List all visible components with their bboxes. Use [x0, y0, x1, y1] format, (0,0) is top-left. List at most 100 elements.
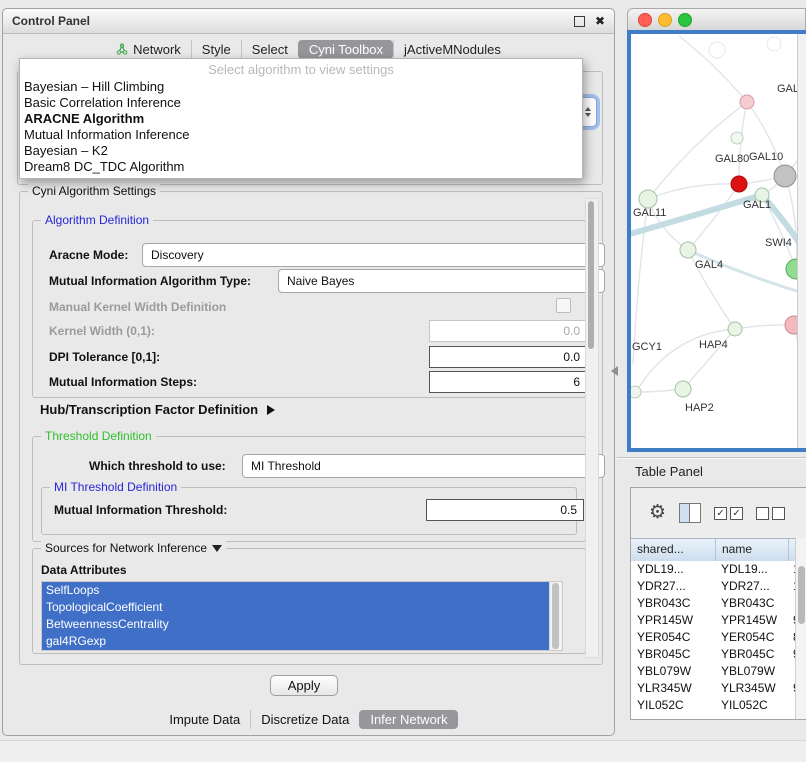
mi-algorithm-type-select[interactable]: Naive Bayes: [278, 269, 605, 293]
network-node[interactable]: [774, 165, 796, 187]
network-canvas[interactable]: GAL8GAL80GAL10GAL11GAL1SWI4GAL4GCY1HAP4H…: [627, 30, 806, 452]
table-cell: YBR043C: [631, 595, 715, 612]
table-header-row[interactable]: shared...name: [631, 538, 796, 562]
node-label: HAP2: [685, 402, 714, 414]
splitter-collapse-arrow[interactable]: [611, 366, 618, 376]
table-scrollbar[interactable]: [795, 538, 806, 719]
algorithm-option[interactable]: Bayesian – K2: [20, 143, 582, 159]
table-cell: YLR345W: [631, 680, 715, 697]
tab-label: Discretize Data: [261, 712, 349, 727]
bottom-tab-discretize-data[interactable]: Discretize Data: [250, 710, 359, 729]
table-row[interactable]: YBR045CYBR045C9.: [631, 646, 796, 663]
network-node[interactable]: [731, 132, 743, 144]
table-row[interactable]: YER054CYER054C8.: [631, 629, 796, 646]
network-edge: [679, 36, 747, 102]
list-scrollbar[interactable]: [549, 582, 562, 650]
settings-scrollbar[interactable]: [585, 198, 599, 658]
algorithm-option[interactable]: Bayesian – Hill Climbing: [20, 79, 582, 95]
zoom-traffic-light-icon[interactable]: [678, 13, 692, 27]
aracne-mode-select[interactable]: Discovery: [142, 243, 605, 267]
table-body: YDL19...YDL19...13YDR27...YDR27...12YBR0…: [631, 561, 796, 719]
table-cell: YDR27...: [715, 578, 787, 595]
table-row[interactable]: YLR345WYLR345W9.: [631, 680, 796, 697]
algorithm-option[interactable]: ARACNE Algorithm: [20, 111, 582, 127]
network-node[interactable]: [639, 190, 657, 208]
network-node[interactable]: [740, 95, 754, 109]
network-scrollbar[interactable]: [797, 34, 806, 448]
data-attribute-item[interactable]: SelfLoops: [42, 582, 550, 599]
algorithm-definition-group: Algorithm Definition Aracne Mode: Discov…: [32, 220, 586, 398]
control-panel-window: Control Panel ✖ Network Style Select Cyni T…: [2, 8, 615, 736]
tab-select[interactable]: Select: [241, 40, 298, 59]
control-panel-titlebar[interactable]: Control Panel ✖: [3, 9, 614, 34]
float-window-icon[interactable]: [574, 16, 585, 27]
data-attribute-item[interactable]: TopologicalCoefficient: [42, 599, 550, 616]
tab-style[interactable]: Style: [191, 40, 241, 59]
sources-group-title[interactable]: Sources for Network Inference: [41, 541, 226, 556]
table-row[interactable]: YIL052CYIL052C: [631, 697, 796, 714]
data-attribute-item[interactable]: BetweennessCentrality: [42, 616, 550, 633]
network-node[interactable]: [731, 176, 747, 192]
mi-type-value: Naive Bayes: [287, 274, 354, 288]
network-node[interactable]: [631, 386, 641, 398]
gear-icon[interactable]: ⚙: [649, 503, 666, 523]
tab-cyni-toolbox[interactable]: Cyni Toolbox: [298, 40, 393, 59]
algorithm-option[interactable]: Dream8 DC_TDC Algorithm: [20, 159, 582, 175]
tab-network[interactable]: Network: [106, 40, 191, 59]
select-all-rows-icon[interactable]: [714, 507, 743, 520]
table-row[interactable]: YPR145WYPR145W9.: [631, 612, 796, 629]
network-node[interactable]: [709, 42, 725, 58]
which-threshold-label: Which threshold to use:: [89, 459, 226, 473]
minimize-traffic-light-icon[interactable]: [658, 13, 672, 27]
kernel-width-field[interactable]: 0.0: [429, 320, 587, 342]
network-node[interactable]: [728, 322, 742, 336]
data-attribute-item[interactable]: gal4RGexp: [42, 633, 550, 650]
algorithm-option[interactable]: Basic Correlation Inference: [20, 95, 582, 111]
table-toolbar: ⚙: [631, 488, 806, 538]
network-node[interactable]: [675, 381, 691, 397]
dpi-tolerance-field[interactable]: 0.0: [429, 346, 587, 368]
mi-steps-field[interactable]: 6: [429, 371, 587, 393]
deselect-all-rows-icon[interactable]: [756, 507, 785, 520]
mi-threshold-field[interactable]: 0.5: [426, 499, 584, 521]
close-icon[interactable]: ✖: [595, 15, 605, 27]
network-window-titlebar[interactable]: [627, 8, 806, 31]
settings-group-title: Cyni Algorithm Settings: [28, 184, 160, 199]
table-row[interactable]: YDL19...YDL19...13: [631, 561, 796, 578]
table-panel-window: ⚙ shared...name YDL19...YDL19...13YDR27.…: [630, 487, 806, 720]
table-cell: YLR345W: [715, 680, 787, 697]
tab-jactivemnodules[interactable]: jActiveMNodules: [393, 40, 511, 59]
tab-label: Network: [133, 42, 181, 57]
scrollbar-thumb[interactable]: [552, 583, 559, 649]
dropdown-placeholder: Select algorithm to view settings: [20, 59, 582, 79]
bottom-tab-infer-network[interactable]: Infer Network: [359, 710, 457, 729]
table-row[interactable]: YBL079WYBL079W: [631, 663, 796, 680]
table-cell: YDL19...: [631, 561, 715, 578]
table-row[interactable]: YBR043CYBR043C: [631, 595, 796, 612]
network-node[interactable]: [680, 242, 696, 258]
close-traffic-light-icon[interactable]: [638, 13, 652, 27]
column-header[interactable]: shared...: [631, 539, 716, 561]
algorithm-option[interactable]: Mutual Information Inference: [20, 127, 582, 143]
network-node[interactable]: [767, 37, 781, 51]
mi-steps-label: Mutual Information Steps:: [49, 375, 197, 389]
data-attributes-label: Data Attributes: [41, 563, 127, 577]
scrollbar-thumb[interactable]: [588, 201, 594, 349]
apply-button[interactable]: Apply: [270, 675, 338, 696]
manual-kernel-checkbox[interactable]: [556, 298, 571, 313]
threshold-definition-group: Threshold Definition Which threshold to …: [32, 436, 586, 542]
column-header[interactable]: name: [716, 539, 789, 561]
mi-threshold-label: Mutual Information Threshold:: [54, 503, 227, 517]
which-threshold-select[interactable]: MI Threshold: [242, 454, 605, 478]
scrollbar-thumb[interactable]: [798, 566, 805, 624]
table-row[interactable]: YDR27...YDR27...12: [631, 578, 796, 595]
hub-definition-toggle[interactable]: Hub/Transcription Factor Definition: [40, 402, 275, 417]
columns-icon[interactable]: [679, 503, 701, 523]
aracne-mode-label: Aracne Mode:: [49, 248, 128, 262]
network-graph[interactable]: GAL8GAL80GAL10GAL11GAL1SWI4GAL4GCY1HAP4H…: [631, 34, 806, 452]
sources-group: Sources for Network Inference Data Attri…: [32, 548, 586, 654]
bottom-strip: [0, 740, 806, 762]
tab-label: Select: [252, 42, 288, 57]
data-attributes-list[interactable]: SelfLoopsTopologicalCoefficientBetweenne…: [41, 581, 563, 651]
bottom-tab-impute-data[interactable]: Impute Data: [159, 710, 250, 729]
